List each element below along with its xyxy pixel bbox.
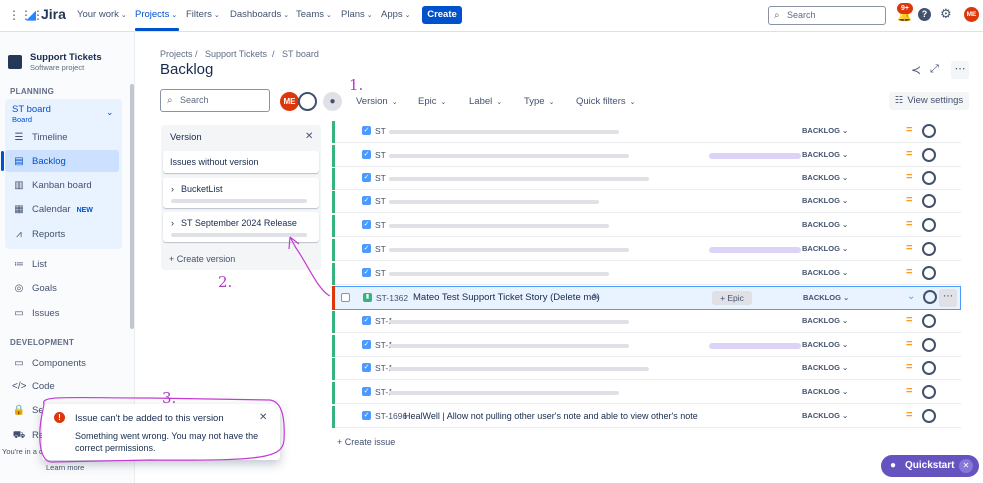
annotation-marks xyxy=(39,236,331,463)
